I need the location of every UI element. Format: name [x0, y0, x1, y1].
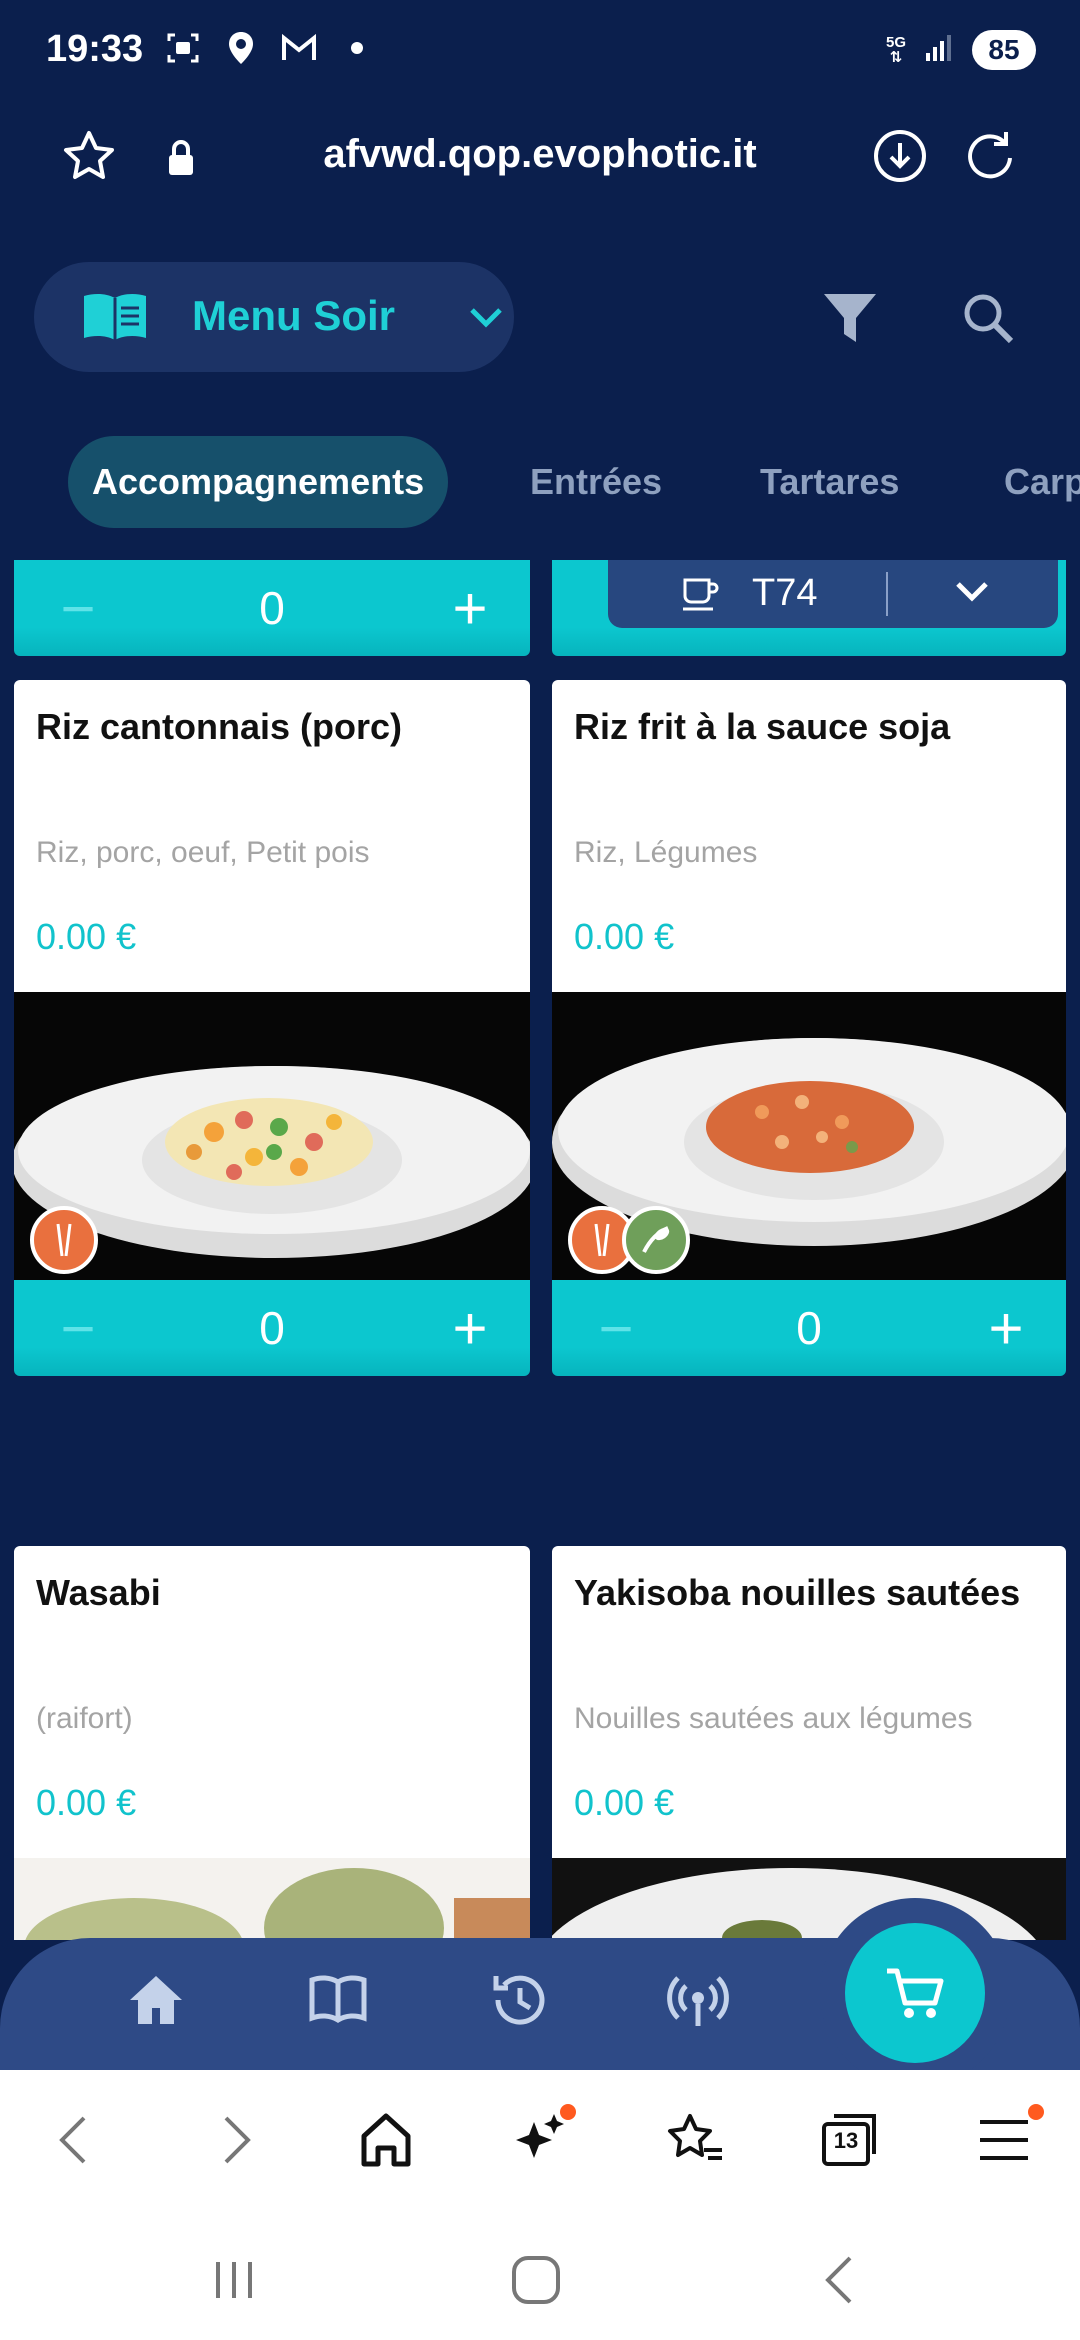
product-card[interactable]: Riz frit à la sauce soja Riz, Légumes 0.…: [552, 680, 1066, 1280]
recent-apps-icon[interactable]: [204, 2250, 264, 2310]
product-card[interactable]: Riz cantonnais (porc) Riz, porc, oeuf, P…: [14, 680, 530, 1280]
network-type: 5G ⇅: [885, 34, 906, 66]
quantity-stepper: − 0 +: [552, 1280, 1066, 1376]
gmail-icon: [281, 30, 317, 66]
home-icon[interactable]: [354, 2108, 418, 2172]
product-description: Nouilles sautées aux légumes: [574, 1702, 973, 1735]
menu-selector-label: Menu Soir: [192, 292, 396, 339]
chevron-down-icon: [466, 300, 506, 334]
battery-indicator: 85: [972, 30, 1036, 70]
menu-book-icon: [80, 290, 150, 344]
broadcast-icon[interactable]: [666, 1968, 730, 2032]
history-icon[interactable]: [486, 1968, 550, 2032]
product-title: Wasabi: [36, 1572, 161, 1613]
screenshot-icon: [165, 30, 201, 66]
status-notification-icons: [165, 30, 375, 66]
increment-button[interactable]: +: [430, 560, 510, 656]
tab-tartares[interactable]: Tartares: [760, 436, 899, 528]
product-image: [552, 1858, 1066, 1940]
browser-toolbar: 13: [0, 2070, 1080, 2210]
chopsticks-icon: [30, 1206, 98, 1274]
tab-entrees[interactable]: Entrées: [530, 436, 662, 528]
status-time: 19:33: [46, 28, 144, 70]
chevron-down-icon: [952, 574, 992, 608]
product-price: 0.00 €: [574, 916, 675, 957]
cart-button[interactable]: [820, 1898, 1010, 2088]
menu-selector[interactable]: Menu Soir: [34, 262, 514, 372]
increment-button[interactable]: +: [430, 1280, 510, 1376]
product-title: Riz cantonnais (porc): [36, 706, 403, 747]
ai-sparkle-icon[interactable]: [508, 2104, 576, 2172]
tab-carp[interactable]: Carp: [1004, 436, 1080, 528]
notification-dot: [1028, 2104, 1044, 2120]
status-bar: 19:33 5G ⇅ 85: [0, 0, 1080, 100]
hamburger-menu-icon[interactable]: [972, 2104, 1044, 2172]
category-tabs: Accompagnements Entrées Tartares Carp: [0, 436, 1080, 528]
table-label: T74: [752, 572, 818, 614]
location-icon: [223, 30, 259, 66]
increment-button[interactable]: +: [966, 1280, 1046, 1376]
quantity-stepper: − 0 +: [14, 1280, 530, 1376]
product-grid: − 0 + T74 Riz cantonnais (porc) Riz, por…: [0, 560, 1080, 1940]
bookmarks-icon[interactable]: [664, 2108, 728, 2172]
product-title: Yakisoba nouilles sautées: [574, 1572, 1021, 1613]
product-description: Riz, Légumes: [574, 836, 758, 869]
product-image: [552, 992, 1066, 1280]
back-icon[interactable]: [812, 2250, 872, 2310]
browser-url-bar: afvwd.qop.evophotic.it: [0, 110, 1080, 200]
tab-accompagnements[interactable]: Accompagnements: [68, 436, 449, 528]
cup-icon: [680, 574, 720, 614]
cart-icon: [845, 1923, 985, 2063]
more-notifications-dot-icon: [339, 30, 375, 66]
signal-icon: [924, 33, 954, 68]
home-icon[interactable]: [124, 1968, 188, 2032]
product-card[interactable]: Wasabi (raifort) 0.00 €: [14, 1546, 530, 1940]
download-icon[interactable]: [872, 128, 928, 184]
tabs-icon[interactable]: 13: [818, 2108, 882, 2172]
product-image: [14, 1858, 530, 1940]
search-icon[interactable]: [960, 290, 1016, 346]
product-price: 0.00 €: [36, 1782, 137, 1823]
reload-icon[interactable]: [962, 128, 1018, 184]
product-description: Riz, porc, oeuf, Petit pois: [36, 836, 370, 869]
quantity-stepper: − 0 +: [14, 560, 530, 656]
system-nav-bar: [0, 2210, 1080, 2340]
home-button-icon[interactable]: [506, 2250, 566, 2310]
product-image: [14, 992, 530, 1280]
menu-book-icon[interactable]: [306, 1968, 370, 2032]
product-title: Riz frit à la sauce soja: [574, 706, 951, 747]
product-description: (raifort): [36, 1702, 133, 1735]
table-selector[interactable]: T74: [608, 560, 1058, 628]
product-price: 0.00 €: [574, 1782, 675, 1823]
filter-icon[interactable]: [820, 288, 880, 348]
back-arrow-icon[interactable]: [44, 2108, 108, 2172]
tab-count: 13: [833, 2128, 859, 2153]
product-card[interactable]: Yakisoba nouilles sautées Nouilles sauté…: [552, 1546, 1066, 1940]
forward-arrow-icon[interactable]: [202, 2108, 266, 2172]
divider: [886, 572, 888, 616]
product-price: 0.00 €: [36, 916, 137, 957]
status-system-icons: 5G ⇅ 85: [886, 30, 1036, 70]
vegetarian-icon: [622, 1206, 690, 1274]
notification-dot: [560, 2104, 576, 2120]
